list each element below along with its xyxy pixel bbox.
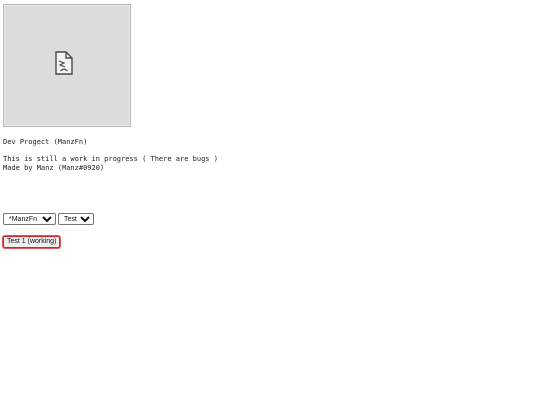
broken-image-placeholder	[3, 4, 131, 127]
credit-text: Made by Manz (Manz#0920)	[3, 164, 105, 172]
page-select[interactable]: Test Page	[58, 213, 94, 225]
user-select[interactable]: *ManzFn	[3, 213, 56, 225]
project-title: Dev Progect (ManzFn)	[3, 138, 88, 146]
status-text: This is still a work in progress ( There…	[3, 155, 218, 163]
broken-image-icon	[55, 51, 73, 75]
controls-row: *ManzFn Test Page	[3, 213, 94, 225]
page: Dev Progect (ManzFn) This is still a wor…	[0, 0, 540, 405]
test-1-button[interactable]: Test 1 (working)	[3, 236, 61, 248]
